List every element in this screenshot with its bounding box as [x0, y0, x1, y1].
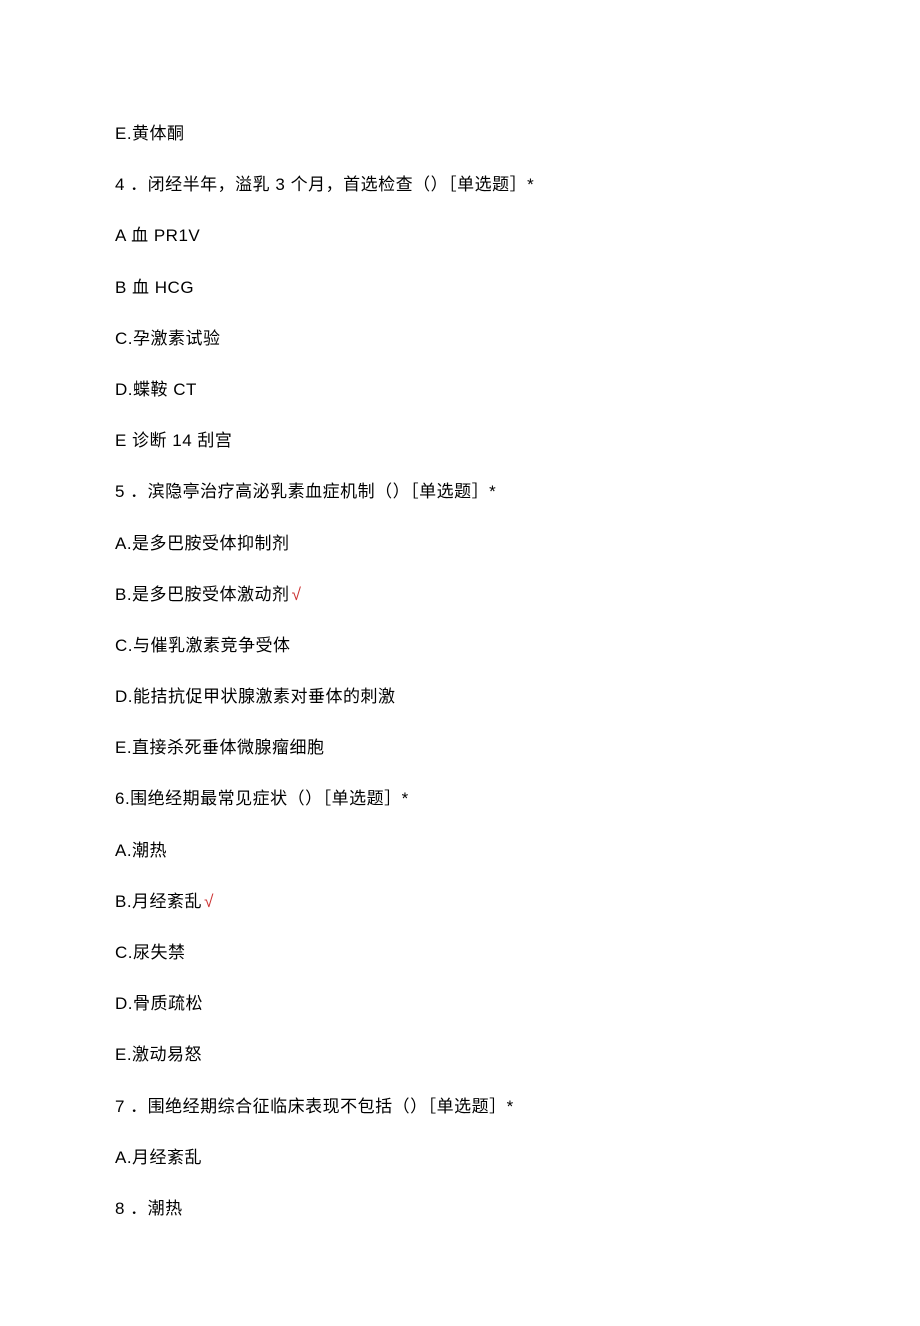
- line-text: 8 ．潮热: [115, 1199, 183, 1218]
- text-line: E.黄体酮: [115, 120, 805, 147]
- text-line: 6.围绝经期最常见症状（）［单选题］*: [115, 785, 805, 812]
- text-line: A.是多巴胺受体抑制剂: [115, 530, 805, 557]
- text-line: E.直接杀死垂体微腺瘤细胞: [115, 734, 805, 761]
- text-line: A.月经紊乱: [115, 1144, 805, 1171]
- line-text: E.黄体酮: [115, 124, 185, 143]
- line-text: B.月经紊乱: [115, 892, 202, 911]
- line-text: D.骨质疏松: [115, 994, 203, 1013]
- text-line: 7 ．围绝经期综合征临床表现不包括（）［单选题］*: [115, 1093, 805, 1120]
- line-text: 5 ．滨隐亭治疗高泌乳素血症机制（）［单选题］*: [115, 482, 496, 501]
- text-line: C.尿失禁: [115, 939, 805, 966]
- text-line: E 诊断 14 刮宫: [115, 427, 805, 454]
- text-line: C.孕激素试验: [115, 325, 805, 352]
- text-line: B.是多巴胺受体激动剂√: [115, 581, 805, 608]
- line-text: C.孕激素试验: [115, 329, 221, 348]
- line-text: 6.围绝经期最常见症状（）［单选题］*: [115, 789, 409, 808]
- text-line: 8 ．潮热: [115, 1195, 805, 1222]
- text-line: B.月经紊乱√: [115, 888, 805, 915]
- correct-mark-icon: √: [292, 585, 302, 604]
- line-text: D.能拮抗促甲状腺激素对垂体的刺激: [115, 687, 396, 706]
- correct-mark-icon: √: [204, 892, 214, 911]
- line-text: 4 ．闭经半年，溢乳 3 个月，首选检查（）［单选题］*: [115, 175, 534, 194]
- line-text: A 血 PR1V: [115, 226, 200, 245]
- text-line: D.蝶鞍 CT: [115, 376, 805, 403]
- text-line: 5 ．滨隐亭治疗高泌乳素血症机制（）［单选题］*: [115, 478, 805, 505]
- line-text: A.潮热: [115, 841, 167, 860]
- line-text: B 血 HCG: [115, 278, 194, 297]
- line-text: E 诊断 14 刮宫: [115, 431, 232, 450]
- text-line: 4 ．闭经半年，溢乳 3 个月，首选检查（）［单选题］*: [115, 171, 805, 198]
- line-text: E.直接杀死垂体微腺瘤细胞: [115, 738, 325, 757]
- text-line: D.骨质疏松: [115, 990, 805, 1017]
- document-content: E.黄体酮 4 ．闭经半年，溢乳 3 个月，首选检查（）［单选题］* A 血 PR1…: [115, 120, 805, 1222]
- text-line: C.与催乳激素竞争受体: [115, 632, 805, 659]
- line-text: E.激动易怒: [115, 1045, 202, 1064]
- line-text: A.月经紊乱: [115, 1148, 202, 1167]
- text-line: A 血 PR1V: [115, 222, 805, 249]
- line-text: D.蝶鞍 CT: [115, 380, 197, 399]
- line-text: C.尿失禁: [115, 943, 186, 962]
- line-text: 7 ．围绝经期综合征临床表现不包括（）［单选题］*: [115, 1097, 514, 1116]
- text-line: A.潮热: [115, 837, 805, 864]
- text-line: B 血 HCG: [115, 274, 805, 301]
- text-line: E.激动易怒: [115, 1041, 805, 1068]
- text-line: D.能拮抗促甲状腺激素对垂体的刺激: [115, 683, 805, 710]
- line-text: C.与催乳激素竞争受体: [115, 636, 291, 655]
- line-text: A.是多巴胺受体抑制剂: [115, 534, 290, 553]
- line-text: B.是多巴胺受体激动剂: [115, 585, 290, 604]
